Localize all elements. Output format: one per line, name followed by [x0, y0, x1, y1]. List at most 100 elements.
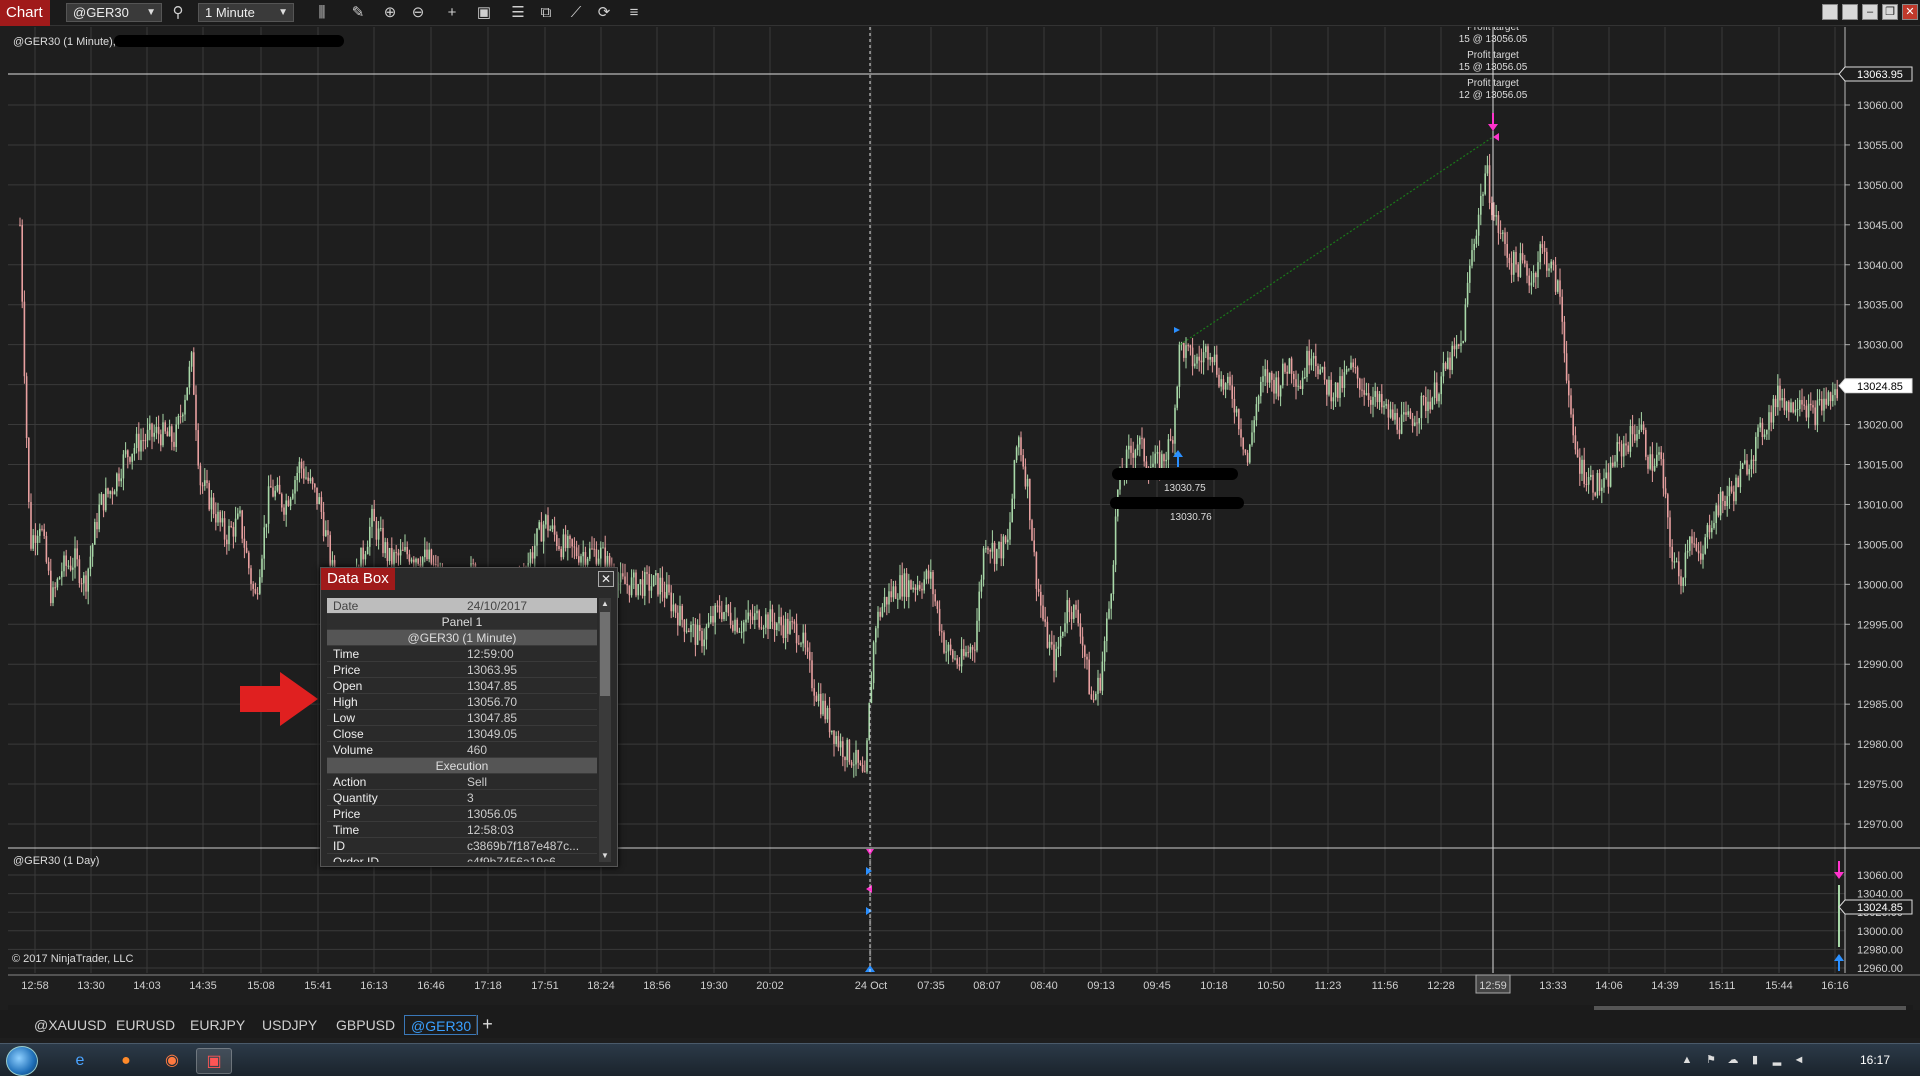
candle-up [1684, 552, 1687, 578]
search-icon[interactable]: ⚲ [168, 3, 188, 23]
drawing-tools-icon[interactable]: ⟋ [566, 3, 586, 23]
add-tab-button[interactable]: + [476, 1015, 498, 1035]
list-icon[interactable]: ≡ [624, 3, 644, 23]
candle-down [1429, 401, 1431, 410]
candle-up [1057, 646, 1060, 649]
bar-value-row: Time 12:59:00 [327, 646, 597, 662]
tab-ger30[interactable]: @GER30 [404, 1015, 479, 1035]
candle-down [208, 483, 210, 510]
chart-tab[interactable]: Chart [0, 0, 50, 26]
network-icon[interactable]: ▂ [1770, 1053, 1784, 1067]
candle-down [1508, 257, 1511, 264]
properties-icon[interactable]: ▣ [474, 3, 494, 23]
candle-up [239, 510, 241, 514]
minimize-button[interactable]: – [1862, 4, 1878, 20]
candle-down [626, 584, 628, 586]
tab-eurusd[interactable]: EURUSD [110, 1015, 181, 1035]
x-tick-label: 11:56 [1372, 980, 1399, 992]
data-box-scrollbar[interactable]: ▲ ▼ [599, 598, 611, 862]
candle-up [1726, 496, 1728, 507]
candle-down [1086, 656, 1088, 660]
candle-down [1266, 369, 1269, 383]
ninjatrader-taskbar-icon[interactable]: ▣ [196, 1048, 232, 1074]
firefox-icon[interactable]: ● [108, 1048, 144, 1074]
zoom-out-icon[interactable]: ⊖ [408, 3, 428, 23]
candle-down [1678, 561, 1680, 577]
candle-up [1587, 476, 1590, 485]
candle-down [1370, 399, 1372, 405]
clock[interactable]: 16:17 [1860, 1053, 1890, 1067]
candle-up [529, 552, 532, 564]
data-box-window[interactable]: Data Box ✕ Date 24/10/2017 Panel 1 @GER3… [320, 567, 618, 867]
y2-tick-label: 13040.00 [1857, 889, 1903, 901]
zoom-in-icon[interactable]: ⊕ [380, 3, 400, 23]
candle-up [947, 644, 950, 652]
candle-down [1552, 261, 1555, 265]
candle-down [1090, 694, 1093, 700]
refresh-icon[interactable]: ⟳ [594, 3, 614, 23]
x-tick-label: 20:02 [756, 980, 784, 992]
candle-down [701, 630, 703, 647]
candle-down [593, 548, 595, 550]
tab-usdjpy[interactable]: USDJPY [256, 1015, 323, 1035]
candle-up [61, 571, 63, 578]
candle-down [1524, 260, 1526, 264]
tab-gbpusd[interactable]: GBPUSD [330, 1015, 401, 1035]
execution-value-value: c4f9b7456a19c6... [467, 855, 566, 862]
battery-icon[interactable]: ▮ [1748, 1053, 1762, 1067]
strategies-icon[interactable]: ⧉ [536, 3, 556, 23]
show-hidden-icon[interactable]: ▲ [1680, 1053, 1694, 1067]
candle-down [1183, 342, 1185, 358]
close-button[interactable]: ✕ [1902, 4, 1918, 20]
volume-muted-icon[interactable]: ◄ [1792, 1053, 1806, 1067]
candle-down [1700, 553, 1702, 560]
scroll-thumb[interactable] [600, 612, 610, 696]
candle-down [861, 764, 864, 772]
candle-up [1649, 454, 1651, 469]
candle-down [1667, 494, 1669, 518]
candle-up [1213, 354, 1216, 363]
cloud-icon[interactable]: ☁ [1726, 1053, 1740, 1067]
tile-icon-2[interactable] [1842, 4, 1858, 20]
crosshair-icon[interactable]: + [442, 3, 462, 23]
windows-start-icon[interactable] [6, 1046, 38, 1076]
candle-down [1829, 392, 1832, 402]
candle-up [589, 548, 591, 559]
app-icon[interactable]: ◉ [154, 1048, 190, 1074]
candle-down [564, 534, 567, 548]
interval-selector[interactable]: 1 Minute ▼ [198, 3, 294, 22]
panel1-label: @GER30 (1 Minute), [13, 36, 116, 48]
indicators-icon[interactable]: ☰ [508, 3, 528, 23]
tab-xauusd[interactable]: @XAUUSD [28, 1015, 113, 1035]
tab-eurjpy[interactable]: EURJPY [184, 1015, 251, 1035]
bar-style-icon[interactable]: ⫼ [312, 3, 332, 23]
scroll-down-icon[interactable]: ▼ [599, 850, 611, 862]
candle-down [1695, 543, 1698, 551]
candle-down [941, 631, 943, 633]
instrument-selector[interactable]: @GER30 ▼ [66, 3, 162, 22]
candle-down [362, 547, 364, 560]
candle-up [294, 480, 296, 494]
candle-up [1530, 282, 1533, 286]
candle-up [298, 461, 301, 473]
candle-down [943, 632, 945, 653]
candle-up [769, 609, 771, 629]
candle-up [1257, 396, 1260, 405]
candle-down [694, 624, 697, 645]
candle-down [173, 441, 175, 447]
pencil-icon[interactable]: ✎ [348, 3, 368, 23]
flag-icon[interactable]: ⚑ [1704, 1053, 1718, 1067]
scroll-up-icon[interactable]: ▲ [599, 598, 611, 610]
candle-down [624, 576, 626, 585]
tile-icon[interactable] [1822, 4, 1838, 20]
candle-up [109, 491, 111, 494]
close-icon[interactable]: ✕ [598, 571, 614, 587]
x-tick-label: 08:07 [973, 980, 1001, 992]
candle-up [1539, 244, 1541, 263]
candle-up [1609, 462, 1612, 487]
price-chart[interactable]: Profit target15 @ 13056.05Profit target1… [0, 27, 1920, 1010]
data-box-header[interactable]: Data Box ✕ [321, 568, 617, 590]
candle-down [1088, 659, 1090, 695]
maximize-button[interactable]: ❐ [1882, 4, 1898, 20]
internet-explorer-icon[interactable]: e [62, 1048, 98, 1074]
